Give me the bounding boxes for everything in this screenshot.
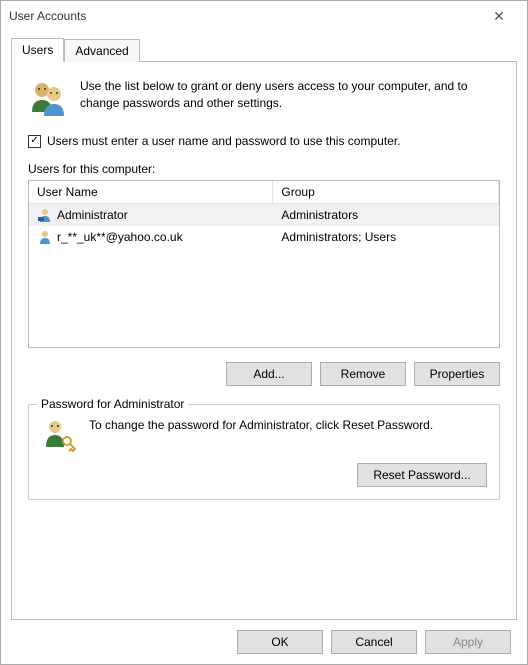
tab-users[interactable]: Users	[11, 38, 64, 62]
user-key-icon	[41, 417, 77, 453]
close-icon: ✕	[493, 8, 505, 25]
users-icon	[28, 78, 68, 118]
intro-row: Use the list below to grant or deny user…	[28, 78, 500, 118]
require-login-checkbox[interactable]: ✓ Users must enter a user name and passw…	[28, 134, 500, 148]
users-listview[interactable]: User Name Group Administrator	[28, 180, 500, 348]
password-instruction-text: To change the password for Administrator…	[89, 417, 487, 434]
titlebar: User Accounts ✕	[1, 1, 527, 31]
listview-header: User Name Group	[29, 181, 499, 204]
properties-button[interactable]: Properties	[414, 362, 500, 386]
user-icon	[37, 229, 53, 245]
require-login-label: Users must enter a user name and passwor…	[47, 134, 401, 148]
cell-username: r_**_uk**@yahoo.co.uk	[57, 230, 183, 244]
password-groupbox-legend: Password for Administrator	[37, 397, 188, 411]
cell-username: Administrator	[57, 208, 128, 222]
users-list-label: Users for this computer:	[28, 162, 500, 176]
checkbox-icon: ✓	[28, 135, 41, 148]
user-accounts-window: User Accounts ✕ Users Advanced Use the l…	[0, 0, 528, 665]
cell-group: Administrators	[281, 208, 358, 222]
user-admin-icon	[37, 207, 53, 223]
tabstrip: Users Advanced	[11, 37, 517, 61]
dialog-footer: OK Cancel Apply	[1, 620, 527, 664]
column-group[interactable]: Group	[273, 181, 499, 204]
tabpanel-users: Use the list below to grant or deny user…	[11, 61, 517, 620]
cancel-button[interactable]: Cancel	[331, 630, 417, 654]
ok-button[interactable]: OK	[237, 630, 323, 654]
remove-button[interactable]: Remove	[320, 362, 406, 386]
tab-advanced[interactable]: Advanced	[64, 39, 139, 62]
apply-button[interactable]: Apply	[425, 630, 511, 654]
cell-group: Administrators; Users	[281, 230, 396, 244]
window-title: User Accounts	[9, 9, 479, 23]
table-row[interactable]: Administrator Administrators	[29, 204, 499, 226]
close-button[interactable]: ✕	[479, 4, 519, 28]
password-groupbox: Password for Administrator To change the…	[28, 404, 500, 500]
column-username[interactable]: User Name	[29, 181, 273, 204]
reset-password-button[interactable]: Reset Password...	[357, 463, 487, 487]
listview-rows: Administrator Administrators r_**_uk**@y…	[29, 204, 499, 248]
add-button[interactable]: Add...	[226, 362, 312, 386]
user-buttons-row: Add... Remove Properties	[28, 362, 500, 386]
table-row[interactable]: r_**_uk**@yahoo.co.uk Administrators; Us…	[29, 226, 499, 248]
tabs-container: Users Advanced Use the list below to gra…	[1, 31, 527, 620]
intro-text: Use the list below to grant or deny user…	[80, 78, 500, 112]
